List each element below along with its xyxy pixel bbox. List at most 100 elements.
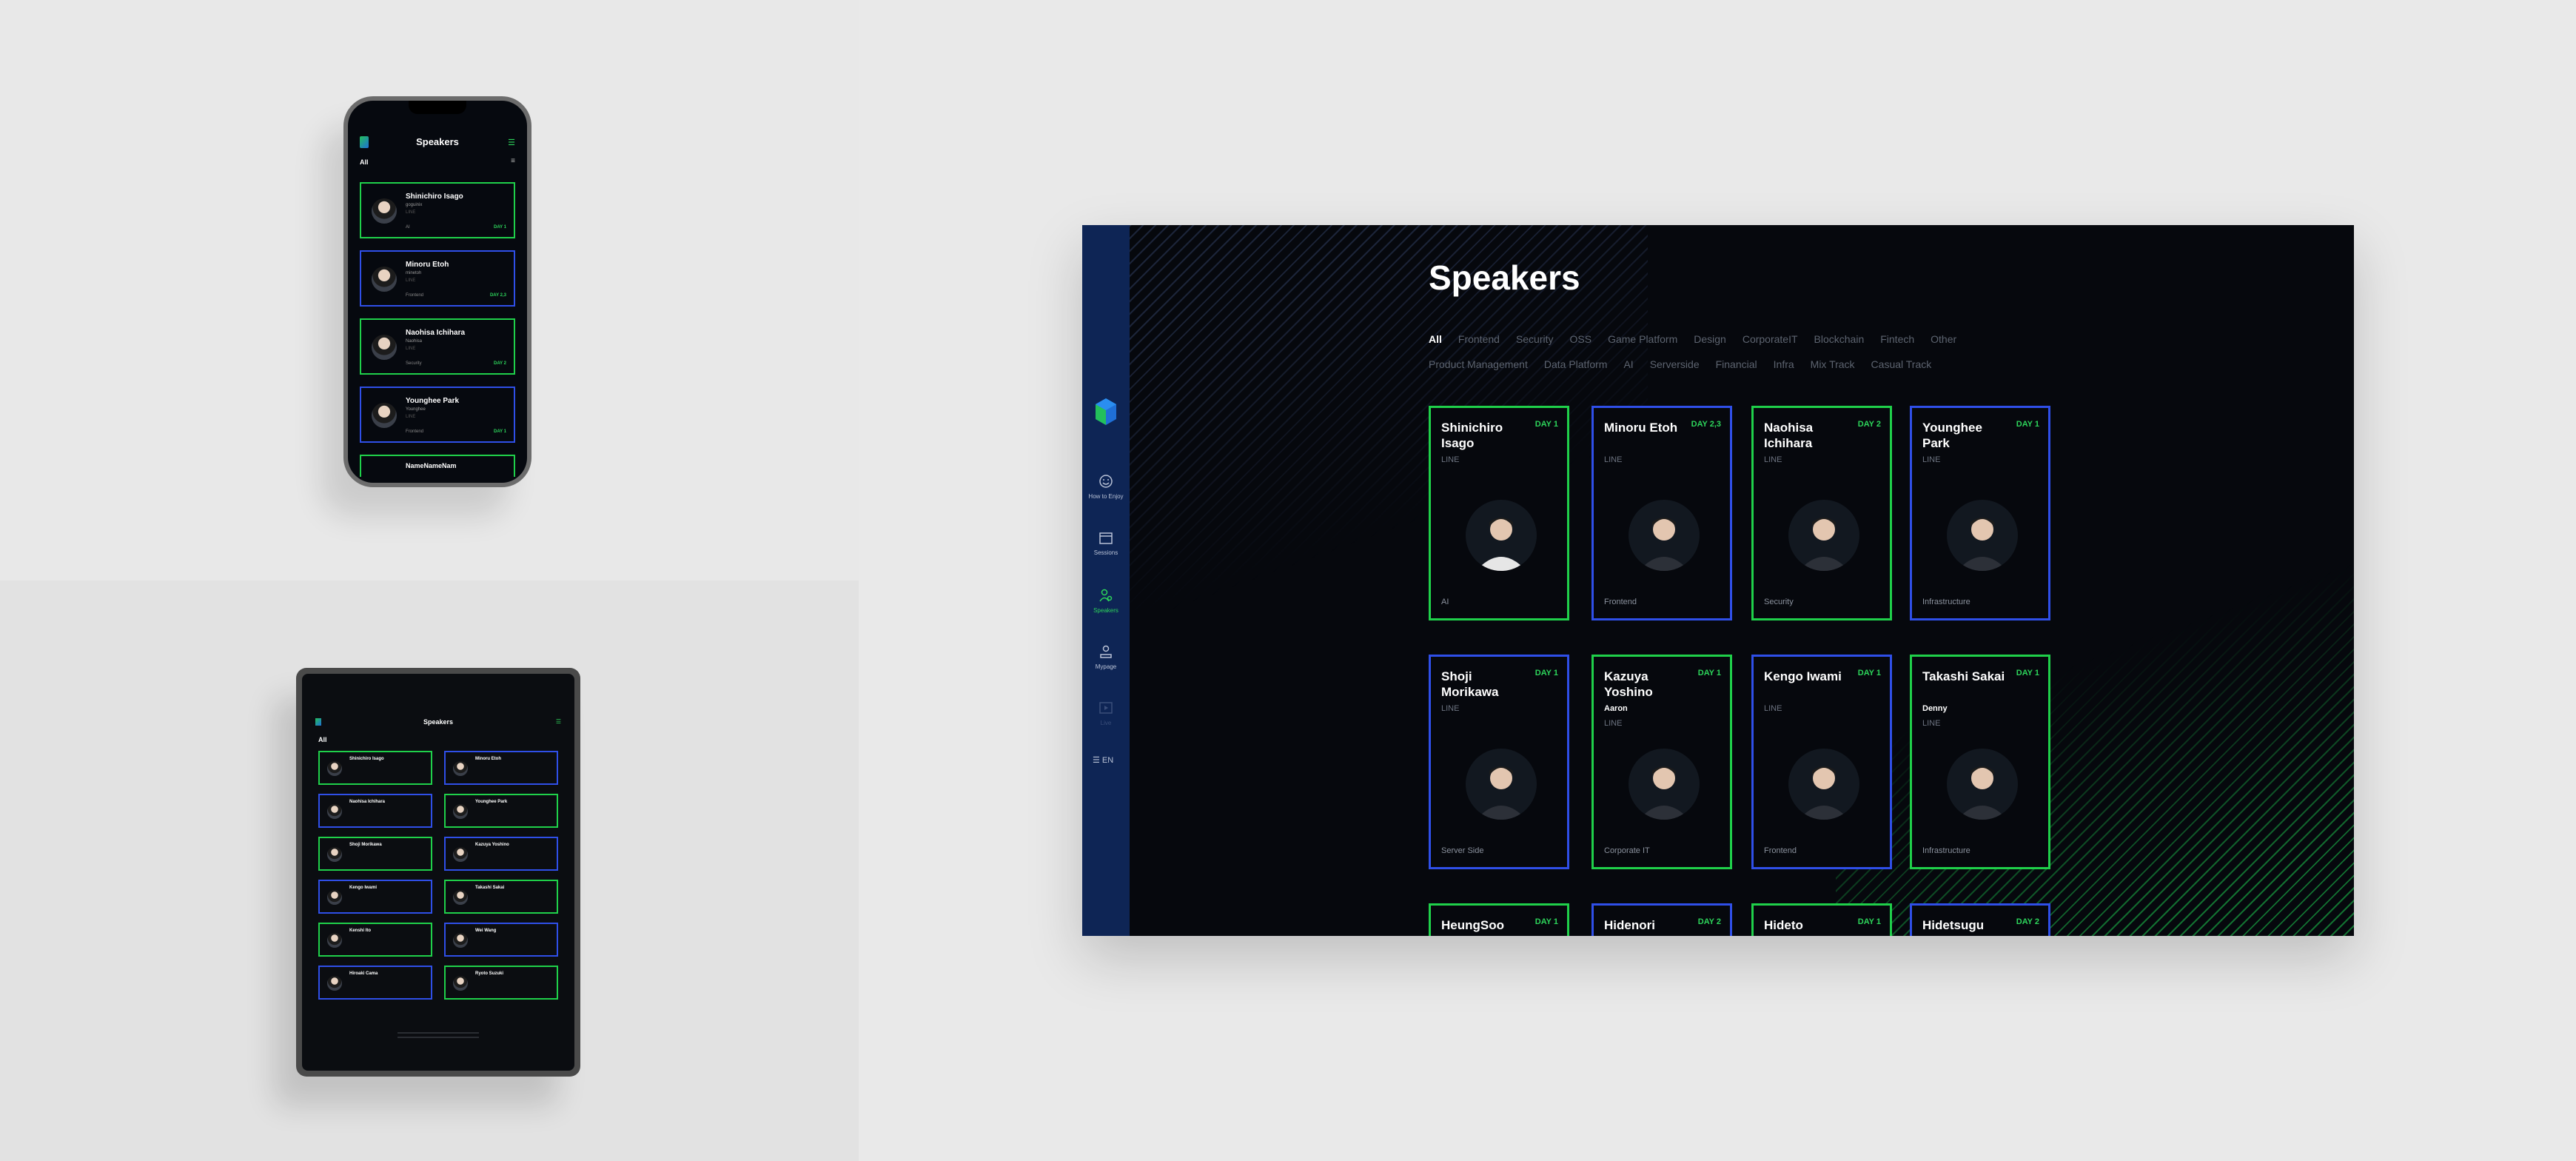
speaker-card[interactable]: Hidenori DAY 2 — [1591, 903, 1732, 936]
speaker-card[interactable]: Kazuya Yoshino DAY 1 Aaron LINE Corporate IT — [1591, 655, 1732, 869]
speaker-card[interactable]: Wei Wang — [444, 923, 558, 957]
footer — [302, 1029, 574, 1041]
avatar — [453, 890, 468, 905]
speaker-card[interactable]: Younghee Park — [444, 794, 558, 828]
speaker-track: Frontend — [406, 293, 424, 298]
speaker-card[interactable]: Naohisa Ichihara Naohisa LINE Security DAY 2 — [360, 318, 515, 375]
menu-icon[interactable]: ☰ — [556, 718, 561, 725]
filter-other[interactable]: Other — [1931, 333, 1956, 345]
speaker-name: Kenshi Ito — [349, 929, 372, 933]
filter-corporateit[interactable]: CorporateIT — [1743, 333, 1798, 345]
sidebar-item-speakers[interactable]: Speakers — [1082, 588, 1130, 614]
speaker-card[interactable]: Hideto DAY 1 — [1751, 903, 1892, 936]
speaker-card[interactable]: HeungSoo DAY 1 — [1429, 903, 1569, 936]
speaker-handle: Aaron — [1604, 704, 1628, 713]
filter-oss[interactable]: OSS — [1570, 333, 1592, 345]
speaker-grid: Shinichiro Isago Minoru Etoh Naohisa Ichih… — [318, 751, 558, 1000]
sidebar-item-label: Sessions — [1093, 549, 1118, 556]
day-badge: DAY 2 — [2016, 917, 2039, 926]
filter-label[interactable]: All — [318, 736, 327, 743]
day-badge: DAY 1 — [493, 429, 506, 434]
day-badge: DAY 1 — [2016, 669, 2039, 677]
filter-financial[interactable]: Financial — [1716, 358, 1757, 370]
filter-game-platform[interactable]: Game Platform — [1608, 333, 1677, 345]
footer-line — [398, 1037, 479, 1038]
speaker-card[interactable]: Kazuya Yoshino — [444, 837, 558, 871]
footer-line — [398, 1032, 479, 1034]
filter-all[interactable]: All — [1429, 333, 1442, 345]
sidebar-item-label: How to Enjoy — [1088, 493, 1124, 500]
speaker-card[interactable]: Shoji Morikawa — [318, 837, 432, 871]
speaker-track: Security — [1764, 598, 1794, 606]
speaker-card[interactable]: Hiroaki Cama — [318, 966, 432, 1000]
speaker-company: LINE — [406, 415, 416, 419]
speaker-handle: minetoh — [406, 271, 422, 275]
filter-frontend[interactable]: Frontend — [1458, 333, 1500, 345]
speaker-card[interactable]: Younghee Park Younghee LINE Frontend DAY 1 — [360, 387, 515, 443]
speaker-name: Kazuya Yoshino — [1604, 669, 1653, 699]
phone-screen: Speakers ☰ All ≡ Shinichiro Isago goguini… — [348, 101, 527, 483]
speaker-company: LINE — [1441, 704, 1460, 713]
filter-security[interactable]: Security — [1516, 333, 1554, 345]
speaker-card[interactable]: Takashi Sakai — [444, 880, 558, 914]
speaker-card[interactable]: Minoru Etoh minetoh LINE Frontend DAY 2,3 — [360, 250, 515, 307]
speaker-name: Shinichiro Isago — [349, 757, 384, 761]
tablet-mockup: Speakers ☰ All Shinichiro Isago Minoru Et… — [296, 668, 580, 1077]
speaker-card[interactable]: Kenshi Ito — [318, 923, 432, 957]
speaker-card[interactable]: Shoji Morikawa DAY 1 LINE Server Side — [1429, 655, 1569, 869]
avatar — [1466, 500, 1537, 571]
speaker-name: Hideto — [1764, 918, 1803, 932]
menu-icon[interactable]: ☰ — [508, 138, 515, 147]
speaker-card[interactable]: Naohisa Ichihara DAY 2 LINE Security — [1751, 406, 1892, 620]
smile-icon — [1082, 474, 1130, 489]
filter-fintech[interactable]: Fintech — [1880, 333, 1914, 345]
speaker-card[interactable]: NameNameNam — [360, 455, 515, 477]
play-icon — [1082, 700, 1130, 715]
speaker-card[interactable]: Kengo Iwami DAY 1 LINE Frontend — [1751, 655, 1892, 869]
speaker-company: LINE — [406, 278, 416, 283]
avatar — [453, 976, 468, 991]
filter-ai[interactable]: AI — [1623, 358, 1633, 370]
filter-data-platform[interactable]: Data Platform — [1544, 358, 1608, 370]
speaker-card[interactable]: Shinichiro Isago — [318, 751, 432, 785]
language-switch[interactable]: ☰ EN — [1093, 755, 1113, 765]
speaker-name: Minoru Etoh — [475, 757, 501, 761]
filter-casual-track[interactable]: Casual Track — [1871, 358, 1932, 370]
speaker-card[interactable]: Shinichiro Isago DAY 1 LINE AI — [1429, 406, 1569, 620]
sidebar-item-live[interactable]: Live — [1082, 700, 1130, 726]
speaker-card[interactable]: Minoru Etoh DAY 2,3 LINE Frontend — [1591, 406, 1732, 620]
speaker-icon — [1082, 588, 1130, 603]
filter-mix-track[interactable]: Mix Track — [1811, 358, 1855, 370]
speaker-name: Hidenori — [1604, 918, 1655, 932]
speaker-card[interactable]: Shinichiro Isago goguinix LINE AI DAY 1 — [360, 182, 515, 238]
speaker-name: Hiroaki Cama — [349, 971, 378, 976]
filter-label[interactable]: All — [360, 158, 369, 166]
speaker-card[interactable]: Takashi Sakai DAY 1 Denny LINE Infrastructur… — [1910, 655, 2050, 869]
avatar — [1788, 500, 1859, 571]
filter-design[interactable]: Design — [1694, 333, 1726, 345]
speaker-track: AI — [1441, 598, 1449, 606]
filter-serverside[interactable]: Serverside — [1650, 358, 1700, 370]
speaker-card[interactable]: Hidetsugu DAY 2 — [1910, 903, 2050, 936]
tablet-screen: Speakers ☰ All Shinichiro Isago Minoru Et… — [302, 674, 574, 1071]
filter-icon[interactable]: ≡ — [511, 157, 515, 165]
day-badge: DAY 1 — [493, 225, 506, 230]
speaker-card[interactable]: Ryoto Suzuki — [444, 966, 558, 1000]
filter-blockchain[interactable]: Blockchain — [1814, 333, 1865, 345]
sidebar-item-sessions[interactable]: Sessions — [1082, 530, 1130, 556]
speaker-card[interactable]: Kengo Iwami — [318, 880, 432, 914]
sidebar-item-mypage[interactable]: Mypage — [1082, 644, 1130, 670]
speaker-track: AI — [406, 225, 410, 230]
speaker-card[interactable]: Younghee Park DAY 1 LINE Infrastructure — [1910, 406, 2050, 620]
speaker-name: Hidetsugu — [1922, 918, 1985, 932]
speaker-list: Shinichiro Isago goguinix LINE AI DAY 1 Minor… — [360, 182, 515, 477]
filter-infra[interactable]: Infra — [1774, 358, 1794, 370]
logo-icon[interactable] — [1096, 398, 1116, 425]
speaker-card[interactable]: Naohisa Ichihara — [318, 794, 432, 828]
speaker-handle: Younghee — [406, 407, 426, 412]
speaker-company: LINE — [1922, 719, 1941, 728]
day-badge: DAY 1 — [1534, 420, 1558, 429]
filter-product-management[interactable]: Product Management — [1429, 358, 1528, 370]
speaker-card[interactable]: Minoru Etoh — [444, 751, 558, 785]
sidebar-item-how-to-enjoy[interactable]: How to Enjoy — [1082, 474, 1130, 500]
